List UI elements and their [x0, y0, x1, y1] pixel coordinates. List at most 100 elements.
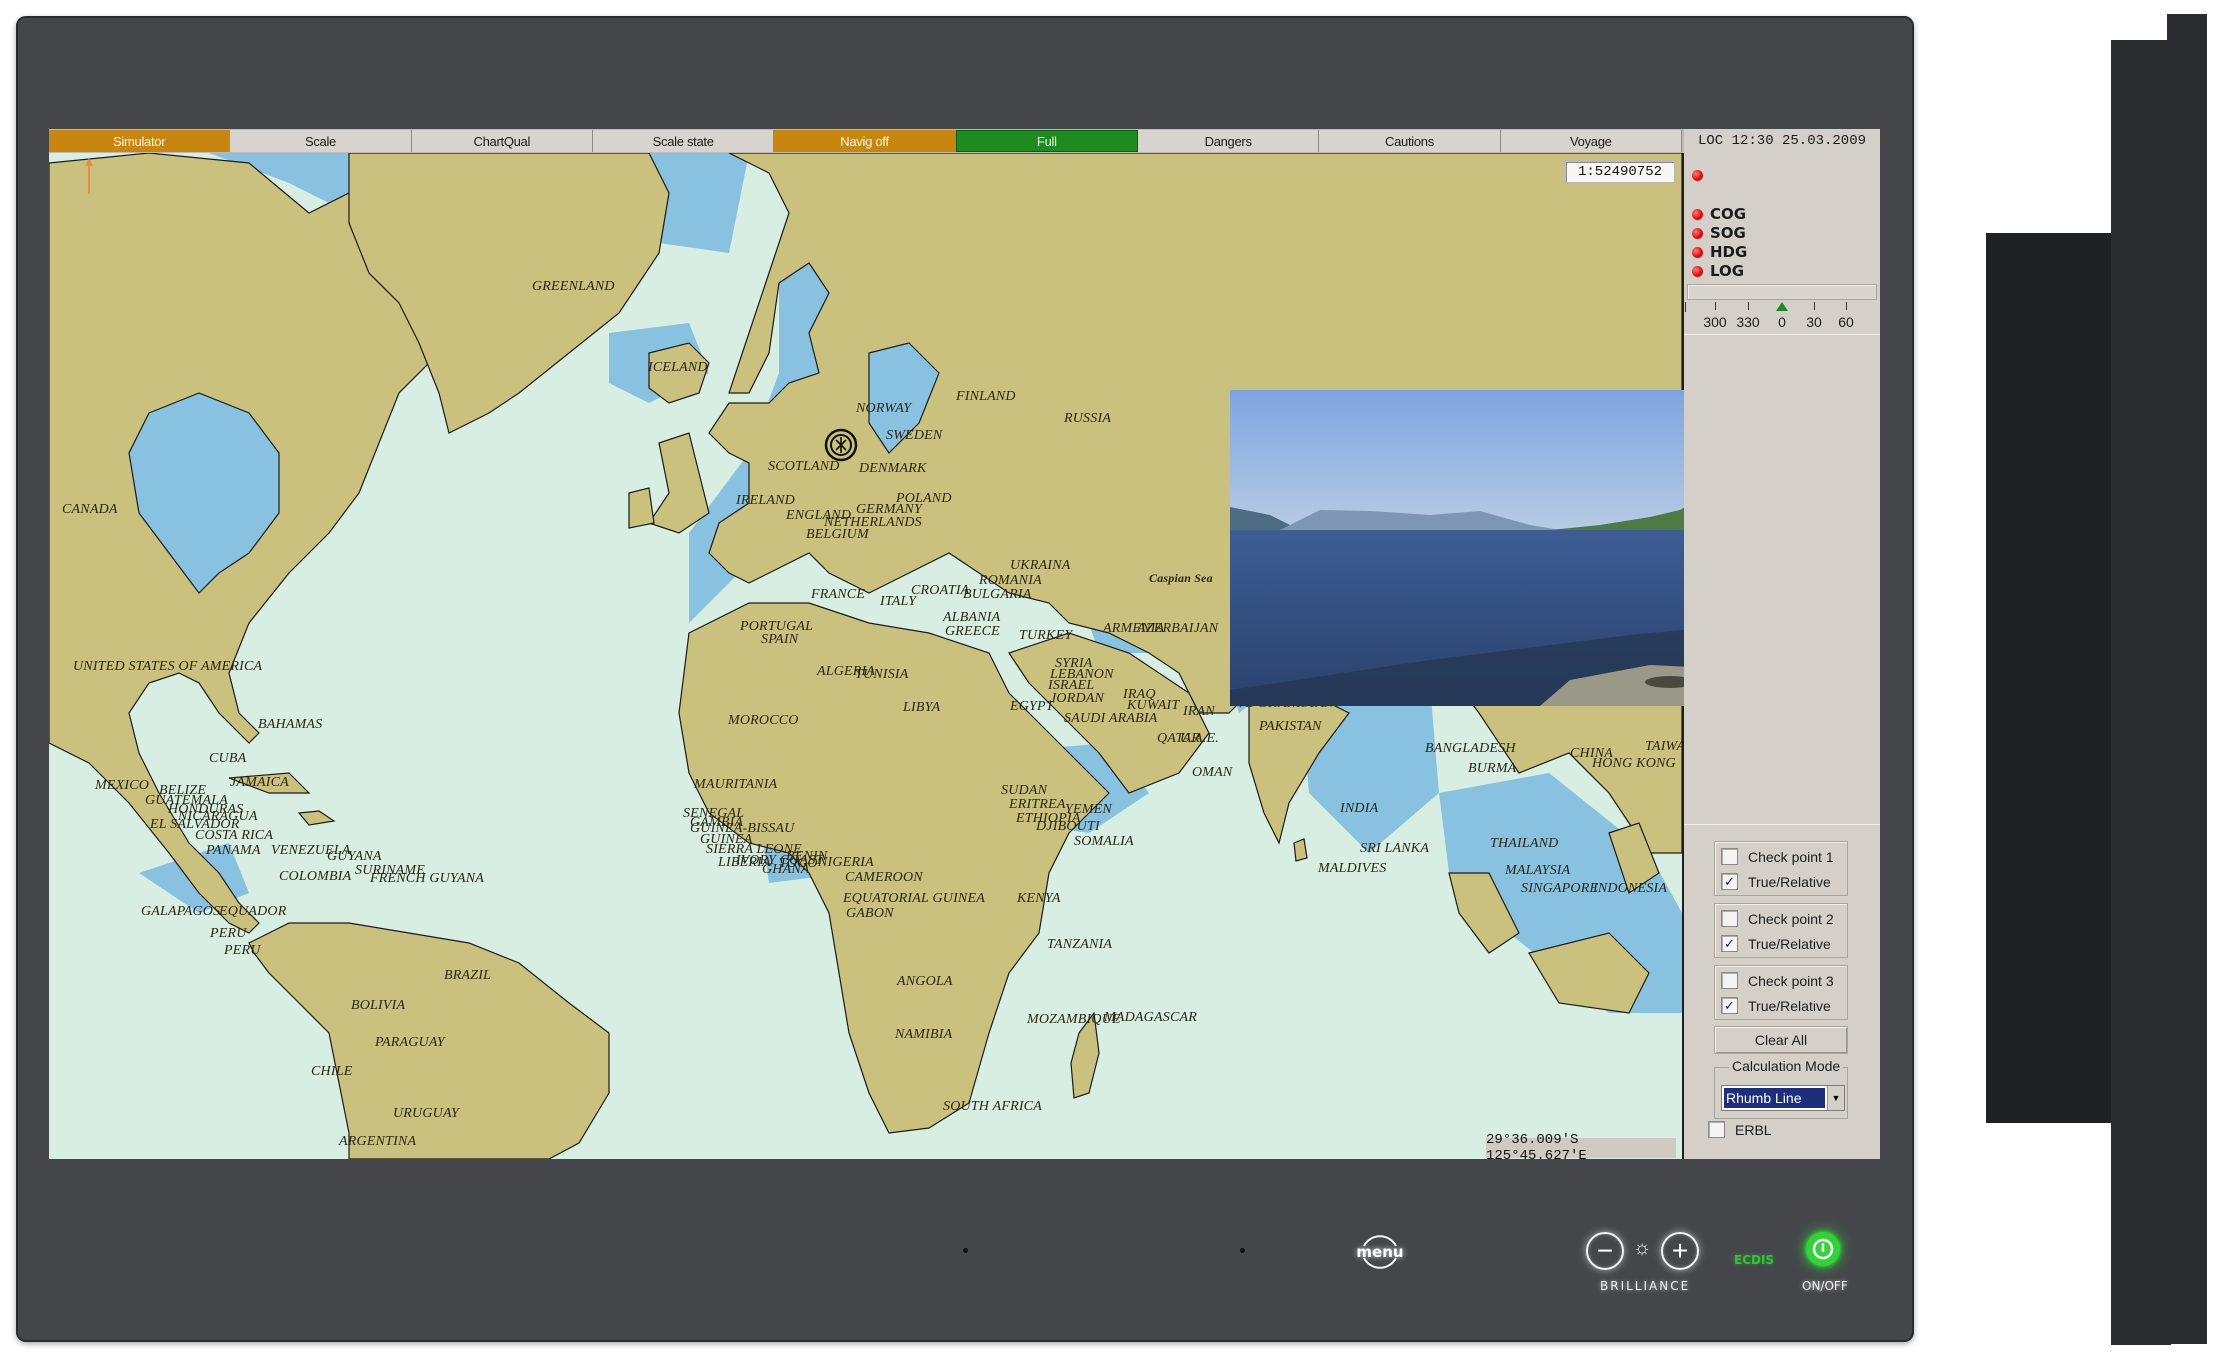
alarm-indicator-icon — [1692, 227, 1703, 239]
chart-label: MAURITANIA — [694, 777, 778, 792]
scale-tick — [1846, 302, 1847, 310]
chart-label: TURKEY — [1019, 628, 1073, 643]
sensor-label: COG — [1710, 205, 1747, 223]
checkpoint-3-true-relative[interactable]: ✓ True/Relative — [1721, 997, 1831, 1014]
chart-label: U.A.E. — [1180, 731, 1219, 746]
chart-label: ARGENTINA — [339, 1134, 417, 1149]
chart-label: TUNISIA — [855, 667, 909, 682]
check-mark-icon[interactable]: ✓ — [1721, 935, 1738, 952]
cautions-button[interactable]: Cautions — [1319, 130, 1501, 152]
checkpoint-2-checkbox[interactable]: Check point 2 — [1721, 910, 1834, 927]
chart-label: EQUATORIAL GUINEA — [843, 891, 985, 906]
chart-label: SOUTH AFRICA — [943, 1099, 1042, 1114]
simulator-button[interactable]: Simulator — [49, 130, 231, 152]
checkpoint-1-group: Check point 1 ✓ True/Relative — [1714, 841, 1848, 896]
chart-label: FRENCH GUYANA — [370, 871, 485, 886]
scale-label: 60 — [1838, 314, 1854, 330]
chart-label: SAUDI ARABIA — [1064, 711, 1158, 726]
check-mark-icon[interactable]: ✓ — [1721, 997, 1738, 1014]
checkbox-icon[interactable] — [1708, 1121, 1725, 1138]
chart-label: PERU — [210, 926, 247, 941]
calculation-mode-value[interactable]: Rhumb Line — [1724, 1088, 1825, 1108]
chart-label: INDONESIA — [1593, 881, 1668, 896]
chart-label: CHILE — [311, 1064, 353, 1079]
chart-label: TANZANIA — [1047, 937, 1113, 952]
power-icon — [1812, 1238, 1834, 1260]
checkpoint-1-true-relative[interactable]: ✓ True/Relative — [1721, 873, 1831, 890]
north-arrow-icon — [79, 156, 99, 196]
power-button[interactable] — [1806, 1232, 1840, 1266]
chartqual-button[interactable]: ChartQual — [411, 130, 593, 152]
menu-ring-icon — [1363, 1235, 1397, 1269]
chart-label: PARAGUAY — [375, 1035, 445, 1050]
on-off-label: ON/OFF — [1802, 1279, 1848, 1293]
chart-label: CANADA — [62, 502, 118, 517]
calculation-mode-title: Calculation Mode — [1729, 1058, 1844, 1074]
chart-label: BURMA — [1468, 761, 1517, 776]
erbl-checkbox[interactable]: ERBL — [1708, 1121, 1772, 1138]
chart-label: GABON — [846, 906, 894, 921]
chart-label: HONG KONG — [1592, 756, 1676, 771]
chart-label: JAMAICA — [230, 775, 289, 790]
chart-label: GALAPAGOS — [141, 904, 221, 919]
chart-label: FINLAND — [956, 389, 1016, 404]
check-mark-icon[interactable]: ✓ — [1721, 873, 1738, 890]
chart-label: RUSSIA — [1064, 411, 1112, 426]
chart-label: SINGAPORE — [1521, 881, 1599, 896]
chart-label: SCOTLAND — [768, 459, 840, 474]
full-button[interactable]: Full — [955, 130, 1138, 152]
chart-label: NORWAY — [856, 401, 912, 416]
position-sensor-status — [1692, 170, 1710, 181]
chart-label: Caspian Sea — [1149, 571, 1213, 585]
chart-label: IRELAND — [736, 493, 795, 508]
scale-state-button[interactable]: Scale state — [592, 130, 775, 152]
calculation-mode-select[interactable]: Rhumb Line ▼ — [1721, 1085, 1845, 1111]
plus-icon: + — [1671, 1235, 1689, 1266]
dropdown-arrow-icon[interactable]: ▼ — [1827, 1086, 1844, 1110]
checkbox-label: True/Relative — [1748, 935, 1831, 952]
chart-label: NIGERIA — [818, 855, 874, 870]
checkpoint-1-checkbox[interactable]: Check point 1 — [1721, 848, 1834, 865]
chart-label: POLAND — [896, 491, 952, 506]
chart-label: DJIBOUTI — [1036, 819, 1100, 834]
chart-label: FRANCE — [811, 587, 866, 602]
chart-label: EQUADOR — [219, 904, 287, 919]
top-toolbar: Simulator Scale ChartQual Scale state Na… — [49, 129, 1682, 153]
clear-all-button[interactable]: Clear All — [1714, 1026, 1848, 1054]
chart-label: COLOMBIA — [279, 869, 352, 884]
checkbox-label: True/Relative — [1748, 997, 1831, 1014]
chart-label: UNITED STATES OF AMERICA — [73, 659, 263, 674]
chart-label: PAKISTAN — [1259, 719, 1322, 734]
sensor-label: LOG — [1710, 262, 1745, 280]
sensor-dot — [1240, 1248, 1245, 1253]
chart-label: PANAMA — [206, 843, 261, 858]
chart-label: BAHAMAS — [258, 717, 323, 732]
dangers-button[interactable]: Dangers — [1137, 130, 1320, 152]
chart-label: CUBA — [209, 751, 247, 766]
chart-label: COSTA RICA — [195, 828, 274, 843]
checkpoint-3-checkbox[interactable]: Check point 3 — [1721, 972, 1834, 989]
chart-label: GREECE — [945, 624, 1000, 639]
brilliance-minus-button[interactable]: − — [1586, 1232, 1624, 1270]
chart-label: MALDIVES — [1318, 861, 1387, 876]
navig-off-button[interactable]: Navig off — [774, 130, 956, 152]
brilliance-label: BRILLIANCE — [1600, 1279, 1691, 1293]
checkbox-icon[interactable] — [1721, 910, 1738, 927]
sog-sensor-status: SOG — [1692, 224, 1746, 242]
checkbox-icon[interactable] — [1721, 848, 1738, 865]
hdg-sensor-status: HDG — [1692, 243, 1747, 261]
voyage-button[interactable]: Voyage — [1500, 130, 1682, 152]
checkpoint-2-true-relative[interactable]: ✓ True/Relative — [1721, 935, 1831, 952]
chart-label: EGYPT — [1010, 699, 1054, 714]
ecdis-indicator: ECDIS — [1734, 1253, 1775, 1267]
chart-label: ICELAND — [648, 360, 708, 375]
heading-bar — [1687, 284, 1877, 300]
checkbox-icon[interactable] — [1721, 972, 1738, 989]
brilliance-plus-button[interactable]: + — [1661, 1232, 1699, 1270]
scale-tick — [1748, 302, 1749, 310]
checkpoint-3-group: Check point 3 ✓ True/Relative — [1714, 965, 1848, 1020]
own-ship-icon[interactable] — [824, 428, 858, 462]
heading-scale: 300 330 0 30 60 — [1684, 300, 1880, 335]
menu-button[interactable]: menu — [1356, 1230, 1404, 1274]
scale-button[interactable]: Scale — [230, 130, 412, 152]
